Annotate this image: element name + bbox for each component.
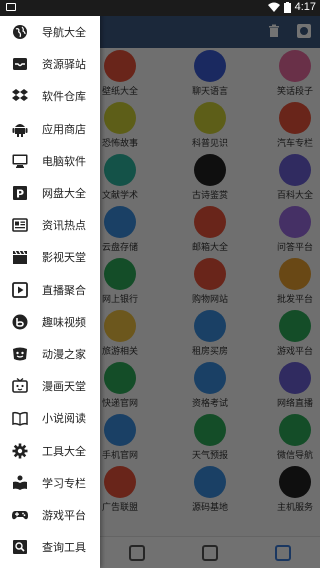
play-square-icon [12, 281, 28, 298]
inbox-icon [12, 56, 28, 72]
status-bar: 4:17 [0, 0, 320, 16]
drawer-item[interactable]: 动漫之家 [0, 338, 100, 370]
drawer-item-label: 电脑软件 [42, 154, 86, 168]
drawer-item[interactable]: 趣味视频 [0, 306, 100, 338]
dropbox-icon [12, 88, 28, 104]
battery-icon [283, 1, 291, 13]
globe-icon [12, 24, 28, 40]
drawer-item[interactable]: 小说阅读 [0, 402, 100, 434]
gear-icon [12, 443, 28, 459]
drawer-item-label: 直播聚合 [42, 283, 86, 297]
reader-icon [12, 475, 28, 491]
drawer-item-label: 工具大全 [42, 444, 86, 458]
drawer-item[interactable]: 学习专栏 [0, 467, 100, 499]
navigation-drawer: 导航大全资源驿站软件仓库应用商店电脑软件 P 网盘大全资讯热点影视天堂直播聚合趣味视… [0, 0, 100, 568]
drawer-item[interactable]: 漫画天堂 [0, 370, 100, 402]
drawer-item[interactable]: 影视天堂 [0, 241, 100, 273]
notification-icon [6, 3, 16, 11]
drawer-item[interactable]: 查询工具 [0, 531, 100, 563]
book-icon [12, 410, 28, 427]
drawer-item-label: 游戏平台 [42, 508, 86, 522]
drawer-item[interactable]: 导航大全 [0, 16, 100, 48]
drawer-item-label: 查询工具 [42, 541, 86, 555]
drawer-item[interactable]: P 网盘大全 [0, 177, 100, 209]
drawer-item[interactable]: 直播聚合 [0, 274, 100, 306]
drawer-item-label: 资源驿站 [42, 58, 86, 72]
drawer-item-label: 漫画天堂 [42, 380, 86, 394]
drawer-item-label: 动漫之家 [42, 347, 86, 361]
drawer-item-label: 网盘大全 [42, 187, 86, 201]
newspaper-icon [12, 217, 28, 233]
tv-face-icon [12, 378, 28, 394]
drawer-item-label: 趣味视频 [42, 315, 86, 329]
wifi-icon [267, 2, 280, 12]
gamepad-icon [12, 507, 28, 523]
android-icon [12, 121, 28, 137]
drawer-item-label: 小说阅读 [42, 412, 86, 426]
drawer-item[interactable]: 应用商店 [0, 113, 100, 145]
drawer-item[interactable]: 资讯热点 [0, 209, 100, 241]
desktop-icon [12, 153, 28, 169]
drawer-item[interactable]: 游戏平台 [0, 499, 100, 531]
bilibili-circle-icon [12, 314, 28, 330]
drawer-item-label: 资讯热点 [42, 219, 86, 233]
drawer-item[interactable]: 电脑软件 [0, 145, 100, 177]
drawer-item[interactable]: 软件仓库 [0, 80, 100, 112]
drawer-item-label: 导航大全 [42, 26, 86, 40]
smile-face-icon [12, 346, 28, 362]
drawer-item-label: 学习专栏 [42, 476, 86, 490]
drawer-item-label: 软件仓库 [42, 90, 86, 104]
search-doc-icon [12, 539, 28, 555]
drawer-item[interactable]: 资源驿站 [0, 48, 100, 80]
drawer-item-label: 影视天堂 [42, 251, 86, 265]
clapperboard-icon [12, 249, 28, 265]
drawer-item-label: 应用商店 [42, 122, 86, 136]
drawer-item[interactable]: 工具大全 [0, 434, 100, 466]
svg-text:P: P [16, 188, 24, 201]
clock-text: 4:17 [294, 1, 316, 13]
p-square-icon: P [12, 185, 28, 201]
